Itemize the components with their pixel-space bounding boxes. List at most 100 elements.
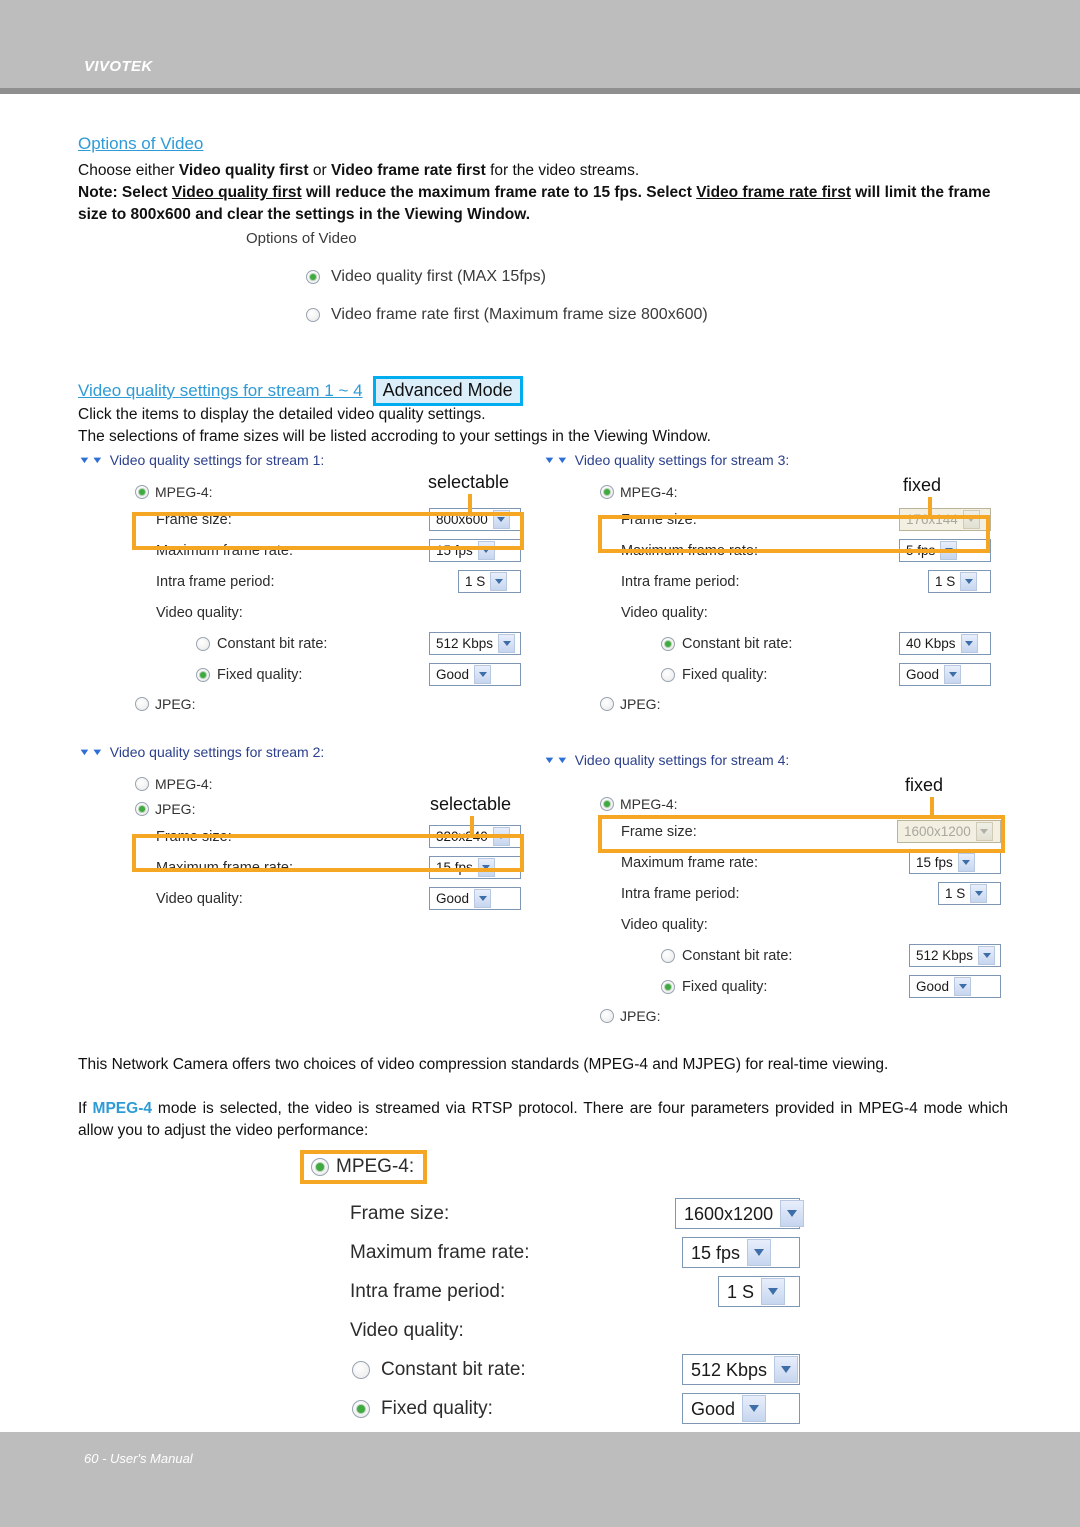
- stream-1-fixed-quality-row[interactable]: Fixed quality: Good: [156, 659, 521, 690]
- stream-1-constant-bit-rate-select[interactable]: 512 Kbps: [429, 632, 521, 655]
- chevron-down-icon[interactable]: [742, 1395, 767, 1422]
- chevron-down-icon[interactable]: [970, 884, 988, 903]
- chevron-down-icon[interactable]: [960, 572, 978, 591]
- radio-icon-stream3-constant-bit-rate[interactable]: [661, 636, 675, 651]
- stream-4-constant-bit-rate-row[interactable]: Constant bit rate: 512 Kbps: [621, 940, 1001, 971]
- radio-icon-stream4-fixed-quality[interactable]: [661, 979, 675, 994]
- bottom-frame-size-select[interactable]: 1600x1200: [675, 1198, 805, 1229]
- stream-3-constant-bit-rate-row[interactable]: Constant bit rate: 40 Kbps: [621, 628, 991, 659]
- radio-icon-stream1-constant-bit-rate[interactable]: [196, 636, 210, 651]
- chevron-down-icon[interactable]: [474, 665, 492, 684]
- radio-icon-stream1-jpeg[interactable]: [135, 697, 149, 711]
- stream-settings-line1: Click the items to display the detailed …: [78, 406, 486, 423]
- chevron-down-icon[interactable]: [944, 665, 962, 684]
- stream-3-constant-bit-rate-select[interactable]: 40 Kbps: [899, 632, 991, 655]
- chevron-down-icon[interactable]: [978, 946, 996, 965]
- radio-icon-video-frame-rate-first[interactable]: [306, 308, 320, 322]
- stream-3-max-frame-rate-select[interactable]: 5 fps: [899, 539, 991, 562]
- stream-1-header[interactable]: ▼▼ Video quality settings for stream 1:: [78, 452, 533, 468]
- chevron-down-icon[interactable]: [477, 858, 495, 877]
- stream-4-intra-frame-period-value: 1 S: [945, 885, 966, 901]
- stream-1-fixed-quality-select[interactable]: Good: [429, 663, 521, 686]
- stream-2-frame-size-select[interactable]: 320x240: [429, 825, 521, 848]
- stream-1-frame-size-select[interactable]: 800x600: [429, 508, 521, 531]
- radio-icon-bottom-fixed-quality[interactable]: [352, 1399, 370, 1418]
- bottom-constant-bit-rate-row[interactable]: Constant bit rate: 512 Kbps: [300, 1350, 800, 1389]
- radio-icon-stream3-jpeg[interactable]: [600, 697, 614, 711]
- stream-3-header[interactable]: ▼▼ Video quality settings for stream 3:: [543, 452, 1003, 468]
- chevron-down-icon[interactable]: [780, 1200, 805, 1227]
- stream-3-fixed-quality-select[interactable]: Good: [899, 663, 991, 686]
- radio-icon-video-quality-first[interactable]: [306, 270, 320, 284]
- stream-2-max-frame-rate-select[interactable]: 15 fps: [429, 856, 521, 879]
- bottom-max-frame-rate-select[interactable]: 15 fps: [682, 1237, 800, 1268]
- bottom-fixed-quality-row[interactable]: Fixed quality: Good: [300, 1389, 800, 1428]
- stream-3-jpeg-row[interactable]: JPEG:: [600, 696, 1003, 712]
- chevron-down-icon[interactable]: [498, 634, 516, 653]
- stream-4-fixed-quality-select[interactable]: Good: [909, 975, 1001, 998]
- stream-4-mpeg4-row[interactable]: MPEG-4:: [600, 796, 1008, 812]
- stream-3-frame-size-select: 176x144: [899, 508, 991, 531]
- radio-icon-stream2-mpeg4[interactable]: [135, 777, 149, 791]
- chevron-down-icon[interactable]: [747, 1239, 772, 1266]
- chevron-down-icon[interactable]: [954, 977, 972, 996]
- stream-1-jpeg-row[interactable]: JPEG:: [135, 696, 533, 712]
- stream-4-max-frame-rate-select[interactable]: 15 fps: [909, 851, 1001, 874]
- radio-icon-stream1-mpeg4[interactable]: [135, 485, 149, 499]
- stream-3-fixed-quality-row[interactable]: Fixed quality: Good: [621, 659, 991, 690]
- chevron-down-icon[interactable]: [474, 889, 492, 908]
- chevron-down-icon[interactable]: [490, 572, 508, 591]
- chevron-down-icon[interactable]: [492, 510, 510, 529]
- radio-icon-stream3-mpeg4[interactable]: [600, 485, 614, 499]
- stream-2-video-quality-select[interactable]: Good: [429, 887, 521, 910]
- option-label-video-frame-rate-first: Video frame rate first (Maximum frame si…: [331, 306, 708, 323]
- chevron-down-icon[interactable]: [477, 541, 495, 560]
- stream-2-mpeg4-row[interactable]: MPEG-4:: [135, 776, 533, 792]
- chevron-down-icon[interactable]: [940, 541, 958, 560]
- bottom-intra-frame-period-select[interactable]: 1 S: [718, 1276, 800, 1307]
- chevron-down-icon[interactable]: [761, 1278, 786, 1305]
- radio-icon-stream1-fixed-quality[interactable]: [196, 667, 210, 682]
- stream-1-max-frame-rate-select[interactable]: 15 fps: [429, 539, 521, 562]
- stream-4-header[interactable]: ▼▼ Video quality settings for stream 4:: [543, 752, 1008, 768]
- expand-chevron-icon[interactable]: ▼▼: [543, 455, 569, 464]
- stream-4-annotation-leader: [930, 797, 934, 817]
- chevron-down-icon[interactable]: [492, 827, 510, 846]
- stream-2-video-quality-value: Good: [436, 890, 470, 906]
- option-label-video-quality-first: Video quality first (MAX 15fps): [331, 268, 546, 285]
- options-of-video-heading[interactable]: Options of Video: [78, 134, 203, 154]
- stream-1-constant-bit-rate-row[interactable]: Constant bit rate: 512 Kbps: [156, 628, 521, 659]
- expand-chevron-icon[interactable]: ▼▼: [78, 455, 104, 464]
- chevron-down-icon[interactable]: [774, 1356, 799, 1383]
- bottom-fixed-quality-select[interactable]: Good: [682, 1393, 800, 1424]
- stream-3-video-quality-label: Video quality:: [621, 604, 708, 621]
- stream-3-mpeg4-row[interactable]: MPEG-4:: [600, 484, 1003, 500]
- radio-icon-stream3-fixed-quality[interactable]: [661, 667, 675, 682]
- radio-icon-bottom-constant-bit-rate[interactable]: [352, 1360, 370, 1379]
- radio-icon-stream4-jpeg[interactable]: [600, 1009, 614, 1023]
- bottom-constant-bit-rate-select[interactable]: 512 Kbps: [682, 1354, 800, 1385]
- option-video-frame-rate-first[interactable]: Video frame rate first (Maximum frame si…: [306, 306, 806, 324]
- expand-chevron-icon[interactable]: ▼▼: [78, 747, 104, 756]
- advanced-mode-badge[interactable]: Advanced Mode: [372, 376, 523, 406]
- radio-icon-stream2-jpeg[interactable]: [135, 802, 149, 816]
- stream-4-constant-bit-rate-select[interactable]: 512 Kbps: [909, 944, 1001, 967]
- stream-4-fixed-quality-row[interactable]: Fixed quality: Good: [621, 971, 1001, 1002]
- stream-2-frame-size-row: Frame size: 320x240: [156, 821, 521, 852]
- intro-text-b: Video quality first: [178, 162, 309, 179]
- bottom-frame-size-value: 1600x1200: [684, 1203, 774, 1224]
- stream-4-jpeg-row[interactable]: JPEG:: [600, 1008, 1008, 1024]
- bottom-intra-frame-period-value: 1 S: [727, 1281, 755, 1302]
- chevron-down-icon[interactable]: [957, 853, 975, 872]
- radio-icon-stream4-mpeg4[interactable]: [600, 797, 614, 811]
- chevron-down-icon[interactable]: [960, 634, 978, 653]
- stream-3-intra-frame-period-select[interactable]: 1 S: [928, 570, 991, 593]
- stream-1-intra-frame-period-select[interactable]: 1 S: [458, 570, 521, 593]
- expand-chevron-icon[interactable]: ▼▼: [543, 755, 569, 764]
- option-video-quality-first[interactable]: Video quality first (MAX 15fps): [306, 268, 806, 286]
- stream-4-intra-frame-period-select[interactable]: 1 S: [938, 882, 1001, 905]
- stream-2-header[interactable]: ▼▼ Video quality settings for stream 2:: [78, 744, 533, 760]
- video-quality-settings-link[interactable]: Video quality settings for stream 1 ~ 4: [78, 381, 363, 401]
- compression-p2-b: mode is selected, the video is streamed …: [78, 1100, 1009, 1139]
- radio-icon-stream4-constant-bit-rate[interactable]: [661, 948, 675, 963]
